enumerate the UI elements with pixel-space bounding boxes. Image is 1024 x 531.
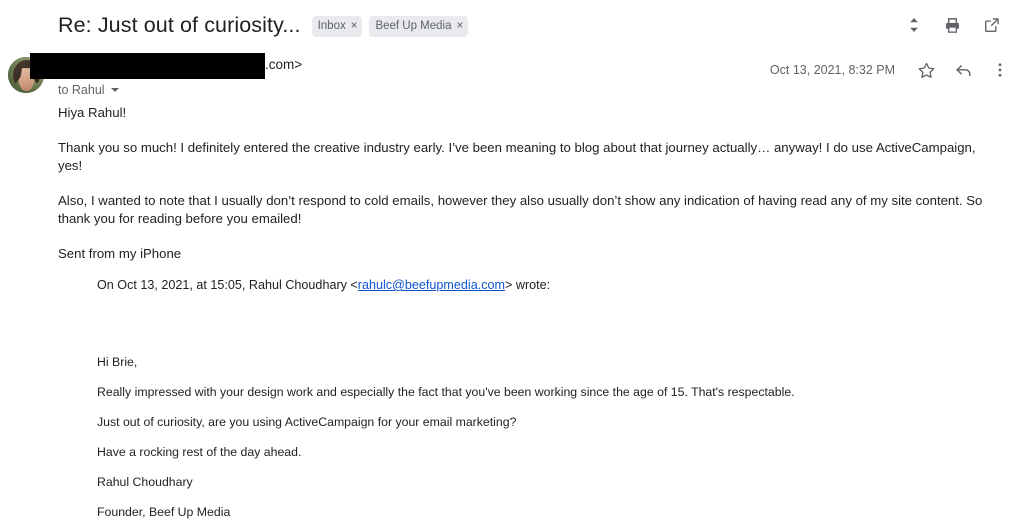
quoted-message-header: On Oct 13, 2021, at 15:05, Rahul Choudha…: [97, 277, 997, 294]
quoted-paragraph-1: Really impressed with your design work a…: [97, 385, 795, 399]
body-paragraph-1: Thank you so much! I definitely entered …: [58, 140, 976, 173]
redacted-sender-address: [30, 53, 265, 79]
remove-label-inbox-icon[interactable]: ×: [351, 20, 358, 32]
header-action-bar: [903, 15, 1006, 36]
quote-header-suffix: > wrote:: [505, 278, 551, 292]
remove-label-beef-up-media-icon[interactable]: ×: [457, 20, 464, 32]
quote-header-prefix: On Oct 13, 2021, at 15:05, Rahul Choudha…: [97, 278, 358, 292]
subject-header: Re: Just out of curiosity... Inbox × Bee…: [0, 0, 1024, 50]
recipient-label: to Rahul: [58, 83, 105, 97]
open-in-new-window-icon[interactable]: [981, 15, 1002, 36]
star-icon[interactable]: [916, 60, 936, 80]
quoted-signature-title: Founder, Beef Up Media: [97, 505, 231, 519]
body-greeting: Hiya Rahul!: [58, 105, 127, 120]
message-timestamp: Oct 13, 2021, 8:32 PM: [769, 63, 895, 77]
reply-icon[interactable]: [953, 60, 973, 80]
more-options-icon[interactable]: [990, 60, 1010, 80]
quoted-paragraph-3: Have a rocking rest of the day ahead.: [97, 445, 302, 459]
body-signature: Sent from my iPhone: [58, 246, 182, 261]
label-chip-inbox[interactable]: Inbox ×: [311, 16, 363, 37]
print-icon[interactable]: [942, 15, 963, 36]
quoted-signature-name: Rahul Choudhary: [97, 475, 193, 489]
quoted-greeting: Hi Brie,: [97, 355, 138, 369]
email-thread-view: Re: Just out of curiosity... Inbox × Bee…: [0, 0, 1024, 531]
quoted-paragraph-2: Just out of curiosity, are you using Act…: [97, 415, 517, 429]
message-meta-bar: Oct 13, 2021, 8:32 PM: [770, 60, 1010, 80]
expand-collapse-icon[interactable]: [903, 15, 924, 36]
quoted-sender-email-link[interactable]: rahulc@beefupmedia.com: [358, 278, 505, 292]
body-paragraph-2: Also, I wanted to note that I usually do…: [58, 193, 983, 226]
label-chip-inbox-text: Inbox: [317, 20, 346, 32]
chevron-down-icon[interactable]: [110, 88, 119, 92]
label-chip-beef-up-media-text: Beef Up Media: [375, 20, 452, 32]
message-body: Hiya Rahul! Thank you so much! I definit…: [58, 104, 998, 280]
sender-header: .com> to Rahul Oct 13, 2021, 8:32 PM: [0, 52, 1024, 102]
sender-address-tail: .com>: [265, 57, 303, 72]
quoted-message-body: Hi Brie, Really impressed with your desi…: [97, 354, 997, 521]
page-title: Re: Just out of curiosity...: [58, 13, 301, 37]
label-chip-beef-up-media[interactable]: Beef Up Media ×: [369, 16, 469, 37]
label-chip-list: Inbox × Beef Up Media ×: [311, 13, 469, 37]
recipient-dropdown[interactable]: to Rahul: [58, 81, 119, 99]
